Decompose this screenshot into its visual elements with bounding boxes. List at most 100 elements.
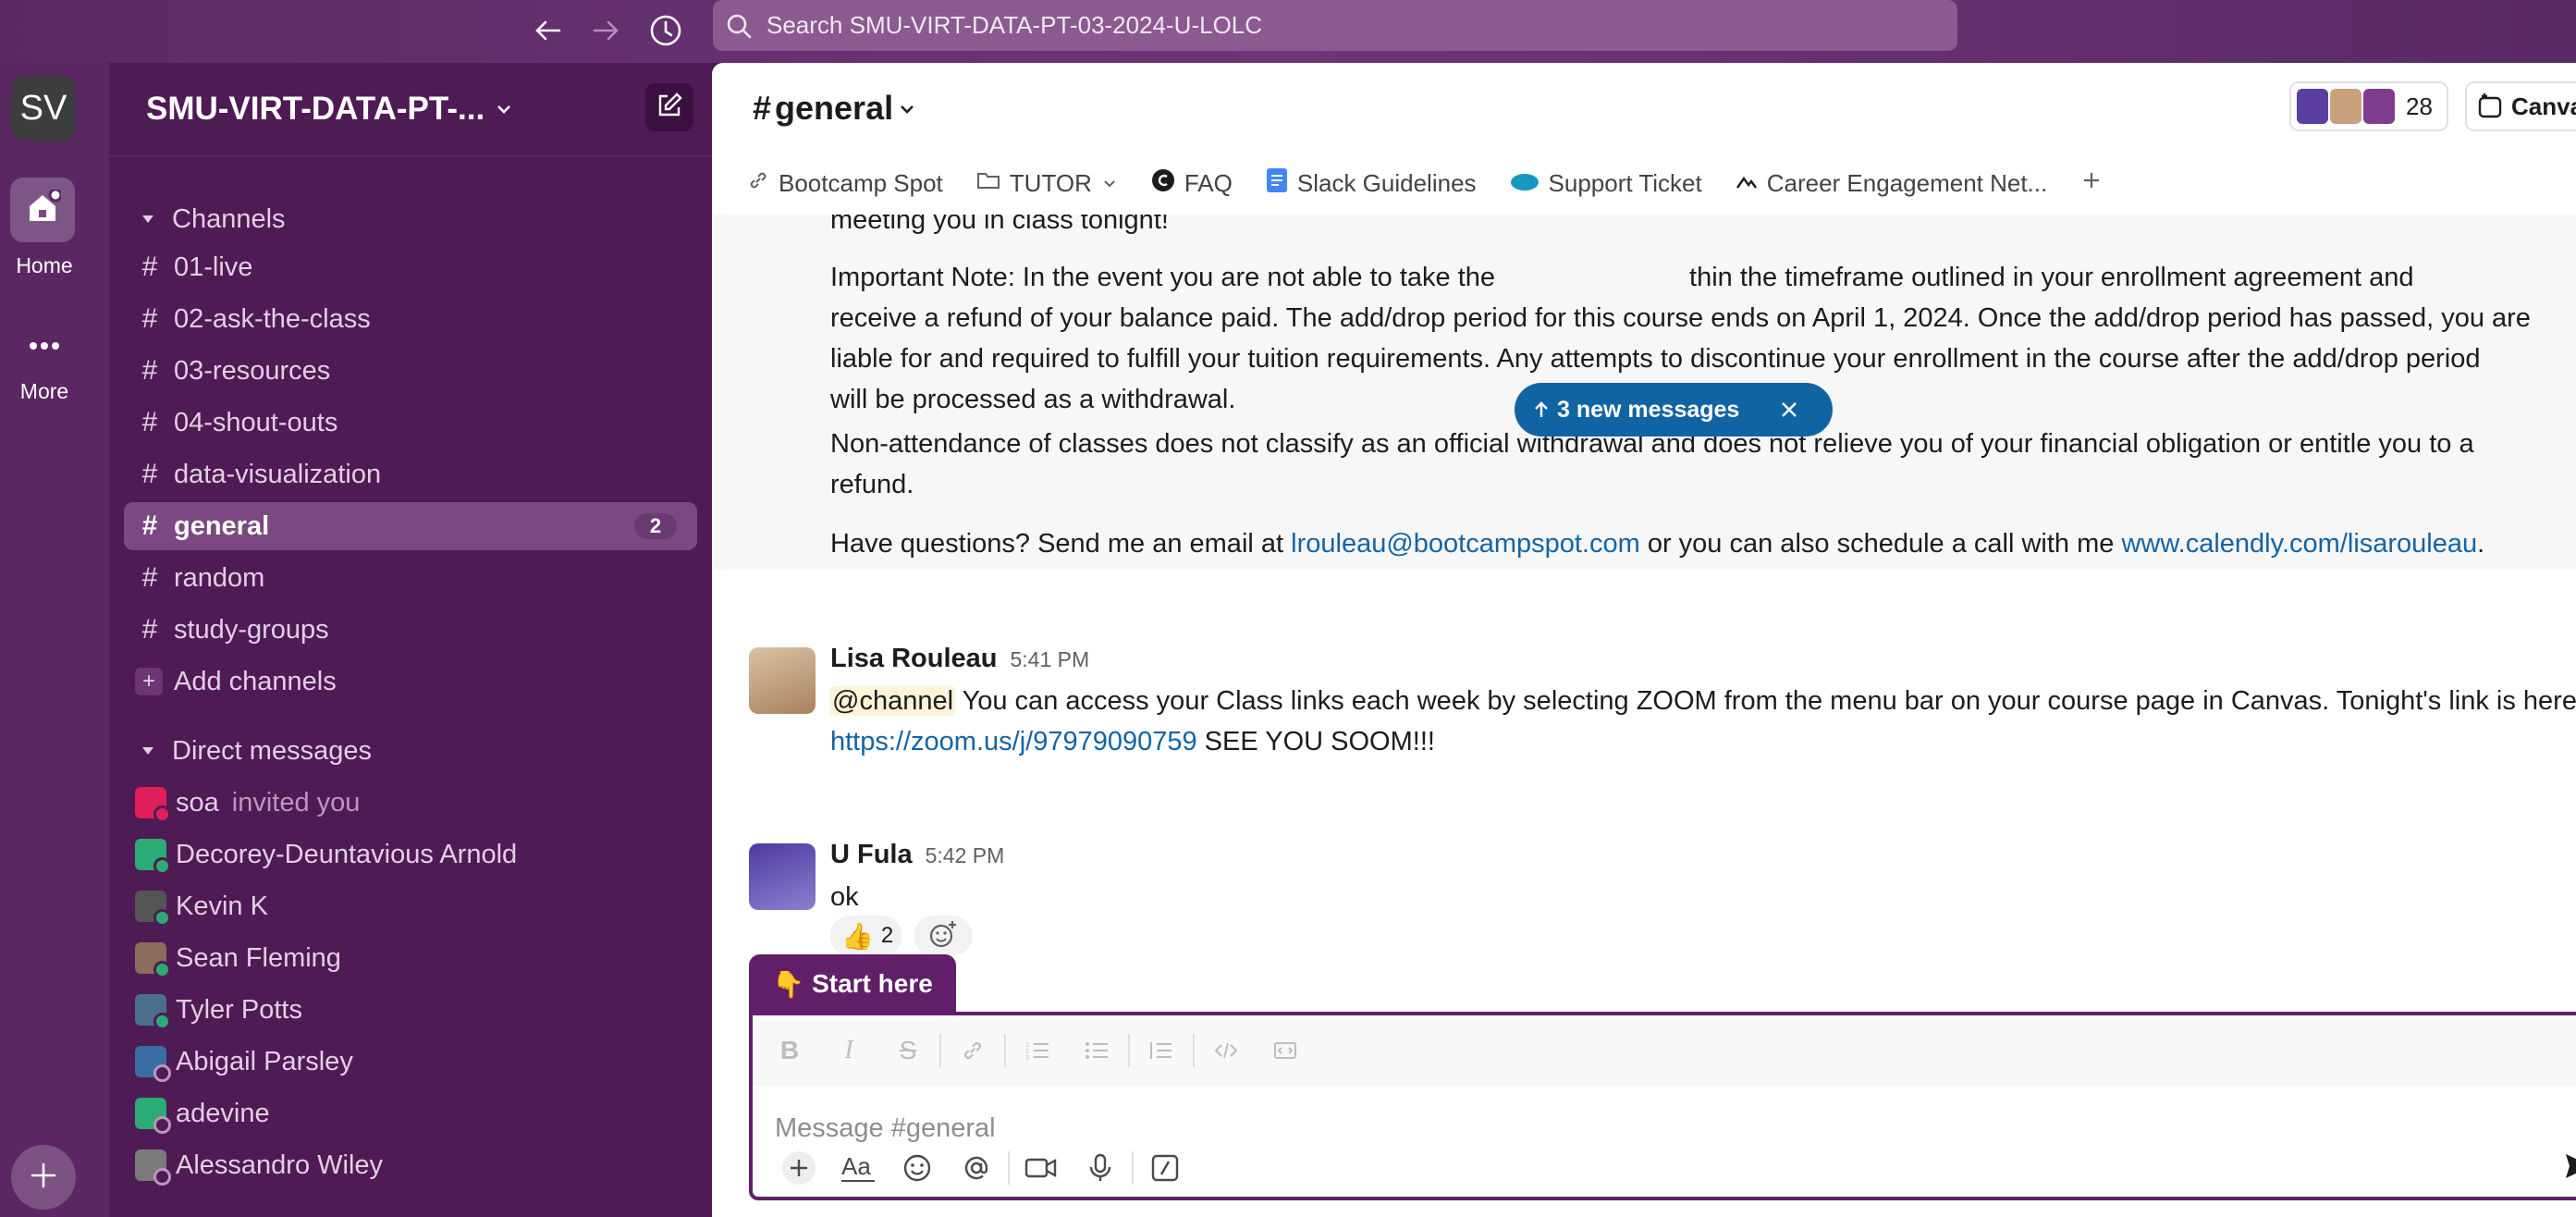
add-reaction-button[interactable] bbox=[914, 916, 973, 954]
bold-icon[interactable]: B bbox=[760, 1027, 819, 1074]
channel-main: # general 28 Canva Bootcamp Spot TUTOR bbox=[712, 63, 2576, 1217]
timestamp[interactable]: 5:42 PM bbox=[926, 843, 1005, 867]
text: You can access your Class links each wee… bbox=[955, 686, 2576, 716]
bookmark-faq[interactable]: FAQ bbox=[1151, 168, 1233, 199]
microphone-icon[interactable] bbox=[1071, 1145, 1130, 1191]
svg-text:Aa: Aa bbox=[841, 1152, 871, 1180]
dm-item-abigail-parsley[interactable]: Abigail Parsley bbox=[124, 1038, 697, 1086]
start-here-tab[interactable]: 👇 Start here bbox=[749, 954, 956, 1014]
chevron-down-icon bbox=[1101, 169, 1118, 198]
sidebar-item-02-ask-the-class[interactable]: # 02-ask-the-class bbox=[124, 295, 697, 343]
add-channels-button[interactable]: + Add channels bbox=[124, 658, 697, 706]
text: Important Note: In the event you are not… bbox=[830, 263, 1496, 292]
send-icon bbox=[2564, 1152, 2576, 1185]
sender-name[interactable]: Lisa Rouleau bbox=[830, 644, 998, 673]
channel-label: 01-live bbox=[174, 252, 253, 282]
avatar bbox=[2330, 89, 2361, 124]
dm-item-alessandro-wiley[interactable]: Alessandro Wiley bbox=[124, 1141, 697, 1189]
avatar[interactable] bbox=[749, 647, 816, 714]
forward-arrow-icon[interactable] bbox=[583, 7, 629, 54]
send-button[interactable] bbox=[2556, 1143, 2576, 1193]
dm-item-tyler-potts[interactable]: Tyler Potts bbox=[124, 986, 697, 1034]
email-link[interactable]: lrouleau@bootcampspot.com bbox=[1291, 529, 1640, 559]
workspace-rail: SV Home More bbox=[0, 63, 109, 1217]
plus-icon bbox=[2080, 169, 2103, 198]
dm-item-sean-fleming[interactable]: Sean Fleming bbox=[124, 934, 697, 982]
channel-mention[interactable]: @channel bbox=[830, 686, 956, 716]
sidebar-item-01-live[interactable]: # 01-live bbox=[124, 243, 697, 291]
pointing-down-icon: 👇 bbox=[772, 969, 805, 999]
add-workspace-button[interactable] bbox=[11, 1145, 76, 1210]
avatar bbox=[2363, 89, 2395, 124]
attach-plus-button[interactable] bbox=[769, 1145, 828, 1191]
zoom-link[interactable]: https://zoom.us/j/97979090759 bbox=[830, 727, 1197, 756]
dm-note: invited you bbox=[231, 787, 361, 817]
message-line: @channel You can access your Class links… bbox=[830, 681, 2576, 721]
dm-item-decorey[interactable]: Decorey-Deuntavious Arnold bbox=[124, 830, 697, 879]
reaction-thumbs-up[interactable]: 👍 2 bbox=[830, 916, 902, 954]
channels-section-header[interactable]: Channels bbox=[124, 195, 697, 243]
dm-item-kevin-k[interactable]: Kevin K bbox=[124, 882, 697, 930]
workspace-avatar[interactable]: SV bbox=[11, 76, 76, 141]
video-icon[interactable] bbox=[1012, 1145, 1071, 1191]
sidebar-item-04-shout-outs[interactable]: # 04-shout-outs bbox=[124, 399, 697, 447]
italic-icon[interactable]: I bbox=[819, 1027, 878, 1074]
avatar[interactable] bbox=[749, 843, 816, 910]
add-bookmark-button[interactable] bbox=[2080, 169, 2103, 198]
canvas-button[interactable]: Canva bbox=[2465, 81, 2576, 131]
dm-label: Abigail Parsley bbox=[176, 1046, 353, 1076]
bookmark-tutor[interactable]: TUTOR bbox=[976, 169, 1118, 198]
link-icon[interactable] bbox=[943, 1027, 1002, 1074]
bookmark-career-engagement[interactable]: Career Engagement Net... bbox=[1736, 169, 2047, 198]
new-messages-banner[interactable]: 3 new messages bbox=[1515, 383, 1833, 436]
strikethrough-icon[interactable]: S bbox=[878, 1027, 938, 1074]
dm-item-adevine[interactable]: adevine bbox=[124, 1089, 697, 1137]
avatar bbox=[135, 1149, 171, 1186]
slash-command-icon[interactable] bbox=[1135, 1145, 1195, 1191]
more-dots-icon[interactable] bbox=[22, 327, 67, 364]
sender-name[interactable]: U Fula bbox=[830, 840, 913, 869]
history-clock-icon[interactable] bbox=[643, 7, 689, 54]
start-here-label: Start here bbox=[812, 969, 933, 998]
text: . bbox=[2477, 529, 2485, 559]
bookmark-slack-guidelines[interactable]: Slack Guidelines bbox=[1266, 167, 1477, 200]
code-block-icon[interactable] bbox=[1256, 1027, 1315, 1074]
code-icon[interactable] bbox=[1196, 1027, 1256, 1074]
sidebar-item-data-visualization[interactable]: # data-visualization bbox=[124, 450, 697, 498]
chevron-down-icon bbox=[494, 91, 514, 128]
close-icon[interactable] bbox=[1780, 400, 1798, 419]
sidebar-item-random[interactable]: # random bbox=[124, 554, 697, 602]
dm-label: Decorey-Deuntavious Arnold bbox=[176, 839, 518, 869]
mention-icon[interactable] bbox=[947, 1145, 1006, 1191]
sidebar-item-general[interactable]: # general 2 bbox=[124, 502, 697, 550]
search-bar[interactable]: Search SMU-VIRT-DATA-PT-03-2024-U-LOLC bbox=[713, 0, 1957, 51]
sidebar-item-03-resources[interactable]: # 03-resources bbox=[124, 347, 697, 395]
channel-label: general bbox=[174, 510, 270, 541]
workspace-name: SMU-VIRT-DATA-PT-... bbox=[146, 91, 485, 127]
members-button[interactable]: 28 bbox=[2289, 81, 2448, 131]
direct-messages-section-header[interactable]: Direct messages bbox=[124, 727, 697, 775]
workspace-name-button[interactable]: SMU-VIRT-DATA-PT-... bbox=[146, 91, 514, 128]
emoji-icon[interactable] bbox=[888, 1145, 947, 1191]
avatar bbox=[135, 787, 171, 823]
channel-header: # general 28 Canva bbox=[712, 63, 2576, 152]
dm-item-soa[interactable]: soa invited you bbox=[124, 779, 697, 827]
bookmark-support-ticket[interactable]: Support Ticket bbox=[1510, 169, 1702, 198]
paragraph-line: refund. bbox=[830, 470, 914, 499]
bookmark-bootcamp-spot[interactable]: Bootcamp Spot bbox=[747, 169, 943, 198]
back-arrow-icon[interactable] bbox=[525, 7, 571, 54]
bookmark-label: Bootcamp Spot bbox=[779, 168, 943, 197]
sidebar-item-study-groups[interactable]: # study-groups bbox=[124, 606, 697, 654]
blockquote-icon[interactable] bbox=[1132, 1027, 1191, 1074]
ordered-list-icon[interactable]: 123 bbox=[1008, 1027, 1067, 1074]
channel-title-button[interactable]: # general bbox=[753, 89, 917, 128]
compose-button[interactable] bbox=[645, 83, 693, 131]
home-button[interactable] bbox=[10, 178, 75, 242]
add-channels-label: Add channels bbox=[174, 666, 337, 696]
formatting-toggle-icon[interactable]: Aa bbox=[828, 1145, 888, 1191]
timestamp[interactable]: 5:41 PM bbox=[1011, 647, 1090, 671]
bullet-list-icon[interactable] bbox=[1067, 1027, 1126, 1074]
calendly-link[interactable]: www.calendly.com/lisarouleau bbox=[2121, 529, 2477, 559]
bookmarks-bar: Bootcamp Spot TUTOR FAQ Slack Guidelines… bbox=[712, 152, 2576, 215]
channel-label: study-groups bbox=[174, 614, 329, 645]
